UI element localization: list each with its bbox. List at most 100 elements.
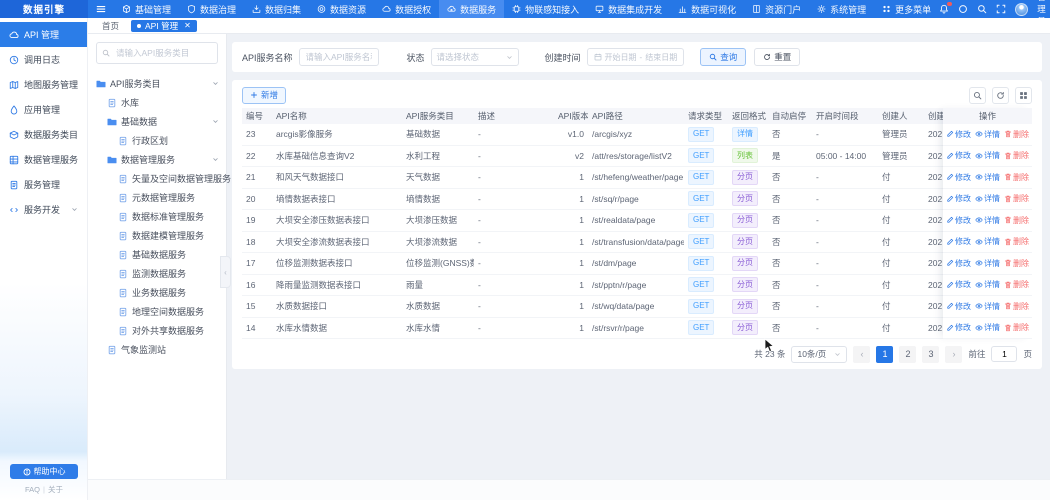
tree-item-4[interactable]: 行政区划	[92, 131, 220, 150]
tree-item-3[interactable]: 基础数据	[92, 112, 220, 131]
nav-item-6[interactable]: 数据服务	[439, 0, 505, 18]
delete-button[interactable]: 删除	[1004, 236, 1029, 247]
sidebar-item-1[interactable]: API 管理	[0, 22, 87, 47]
search-icon[interactable]	[977, 4, 987, 15]
tree-item-9[interactable]: 数据建模管理服务	[92, 226, 220, 245]
tree-item-5[interactable]: 数据管理服务	[92, 150, 220, 169]
avatar[interactable]	[1015, 2, 1029, 16]
tree-item-12[interactable]: 业务数据服务	[92, 283, 220, 302]
tab-2[interactable]: API 管理 ✕	[131, 19, 197, 32]
panel-collapse-handle[interactable]: ‹	[220, 256, 231, 288]
sidebar-item-4[interactable]: 应用管理	[0, 97, 87, 122]
tree-item-7[interactable]: 元数据管理服务	[92, 188, 220, 207]
row-actions: 修改 详情 删除	[943, 189, 1032, 210]
add-button[interactable]: 新增	[242, 86, 287, 104]
edit-button[interactable]: 修改	[946, 129, 971, 140]
search-button[interactable]: 查询	[700, 48, 747, 66]
nav-item-5[interactable]: 数据授权	[374, 0, 439, 18]
tree-item-6[interactable]: 矢量及空间数据管理服务	[92, 169, 231, 188]
tab-1[interactable]: 首页	[94, 18, 127, 34]
reset-button[interactable]: 重置	[754, 48, 801, 66]
sidebar-item-7[interactable]: 服务管理	[0, 172, 87, 197]
edit-button[interactable]: 修改	[946, 215, 971, 226]
tree-item-13[interactable]: 地理空间数据服务	[92, 302, 220, 321]
delete-button[interactable]: 删除	[1004, 301, 1029, 312]
nav-item-10[interactable]: 资源门户	[744, 0, 809, 18]
delete-button[interactable]: 删除	[1004, 215, 1029, 226]
dev-icon	[9, 205, 19, 215]
sidebar-item-6[interactable]: 数据管理服务	[0, 147, 87, 172]
detail-button[interactable]: 详情	[975, 129, 1000, 140]
tree-item-15[interactable]: 气象监测站	[92, 340, 220, 359]
edit-button[interactable]: 修改	[946, 279, 971, 290]
tree-item-8[interactable]: 数据标准管理服务	[92, 207, 220, 226]
delete-button[interactable]: 删除	[1004, 172, 1029, 183]
sidebar-item-5[interactable]: 数据服务类目	[0, 122, 87, 147]
delete-button[interactable]: 删除	[1004, 129, 1029, 140]
tree-item-14[interactable]: 对外共享数据服务	[92, 321, 220, 340]
page-size-select[interactable]: 10条/页	[791, 345, 848, 363]
username[interactable]: 管理员	[1037, 0, 1050, 27]
edit-button[interactable]: 修改	[946, 150, 971, 161]
edit-button[interactable]: 修改	[946, 258, 971, 269]
tree-item-1[interactable]: API服务类目	[92, 74, 220, 93]
bell-icon[interactable]	[939, 1, 953, 15]
table-search-icon[interactable]	[969, 86, 986, 104]
edit-button[interactable]: 修改	[946, 322, 971, 333]
sidebar-item-2[interactable]: 调用日志	[0, 47, 87, 72]
fullscreen-icon[interactable]	[996, 4, 1006, 15]
about-link[interactable]: 关于	[48, 485, 63, 494]
detail-button[interactable]: 详情	[975, 322, 1000, 333]
detail-button[interactable]: 详情	[975, 279, 1000, 290]
detail-button[interactable]: 详情	[975, 236, 1000, 247]
ring-icon[interactable]	[958, 4, 968, 15]
table-refresh-icon[interactable]	[992, 86, 1009, 104]
date-range-picker[interactable]: 开始日期 - 结束日期	[586, 48, 685, 66]
detail-button[interactable]: 详情	[975, 215, 1000, 226]
tree-item-10[interactable]: 基础数据服务	[92, 245, 220, 264]
delete-button[interactable]: 删除	[1004, 193, 1029, 204]
faq-link[interactable]: FAQ	[25, 485, 40, 494]
sidebar-collapse-icon[interactable]	[88, 4, 114, 14]
tree-search-input[interactable]	[114, 47, 212, 59]
api-name-input[interactable]	[298, 48, 379, 66]
edit-button[interactable]: 修改	[946, 193, 971, 204]
page-jump-input[interactable]	[991, 346, 1018, 362]
next-page-button[interactable]: ›	[945, 345, 963, 363]
nav-item-1[interactable]: 基础管理	[114, 0, 179, 18]
nav-item-8[interactable]: 数据集成开发	[587, 0, 670, 18]
nav-item-12[interactable]: 更多菜单	[874, 0, 939, 18]
edit-button[interactable]: 修改	[946, 301, 971, 312]
table-columns-icon[interactable]	[1015, 86, 1032, 104]
detail-button[interactable]: 详情	[975, 301, 1000, 312]
nav-item-3[interactable]: 数据归集	[244, 0, 309, 18]
detail-button[interactable]: 详情	[975, 172, 1000, 183]
detail-button[interactable]: 详情	[975, 193, 1000, 204]
delete-button[interactable]: 删除	[1004, 150, 1029, 161]
status-select[interactable]: 请选择状态	[430, 48, 519, 66]
prev-page-button[interactable]: ‹	[853, 345, 871, 363]
edit-button[interactable]: 修改	[946, 236, 971, 247]
page-button-3[interactable]: 3	[922, 345, 940, 363]
tree-item-2[interactable]: 水库	[92, 93, 220, 112]
detail-button[interactable]: 详情	[975, 258, 1000, 269]
nav-item-4[interactable]: 数据资源	[309, 0, 374, 18]
tree-item-11[interactable]: 监测数据服务	[92, 264, 220, 283]
page-button-1[interactable]: 1	[876, 345, 894, 363]
nav-item-2[interactable]: 数据治理	[179, 0, 244, 18]
delete-button[interactable]: 删除	[1004, 258, 1029, 269]
detail-button[interactable]: 详情	[975, 150, 1000, 161]
help-center-button[interactable]: 帮助中心	[10, 464, 78, 479]
sidebar-item-8[interactable]: 服务开发	[0, 197, 87, 222]
nav-item-11[interactable]: 系统管理	[809, 0, 874, 18]
nav-item-7[interactable]: 物联感知接入	[504, 0, 587, 18]
edit-button[interactable]: 修改	[946, 172, 971, 183]
sidebar-item-3[interactable]: 地图服务管理	[0, 72, 87, 97]
page-button-2[interactable]: 2	[899, 345, 917, 363]
delete-button[interactable]: 删除	[1004, 322, 1029, 333]
delete-button[interactable]: 删除	[1004, 279, 1029, 290]
row-actions: 修改 详情 删除	[943, 167, 1032, 189]
nav-item-9[interactable]: 数据可视化	[670, 0, 744, 18]
edit-icon	[946, 173, 954, 181]
close-icon[interactable]: ✕	[184, 21, 191, 30]
